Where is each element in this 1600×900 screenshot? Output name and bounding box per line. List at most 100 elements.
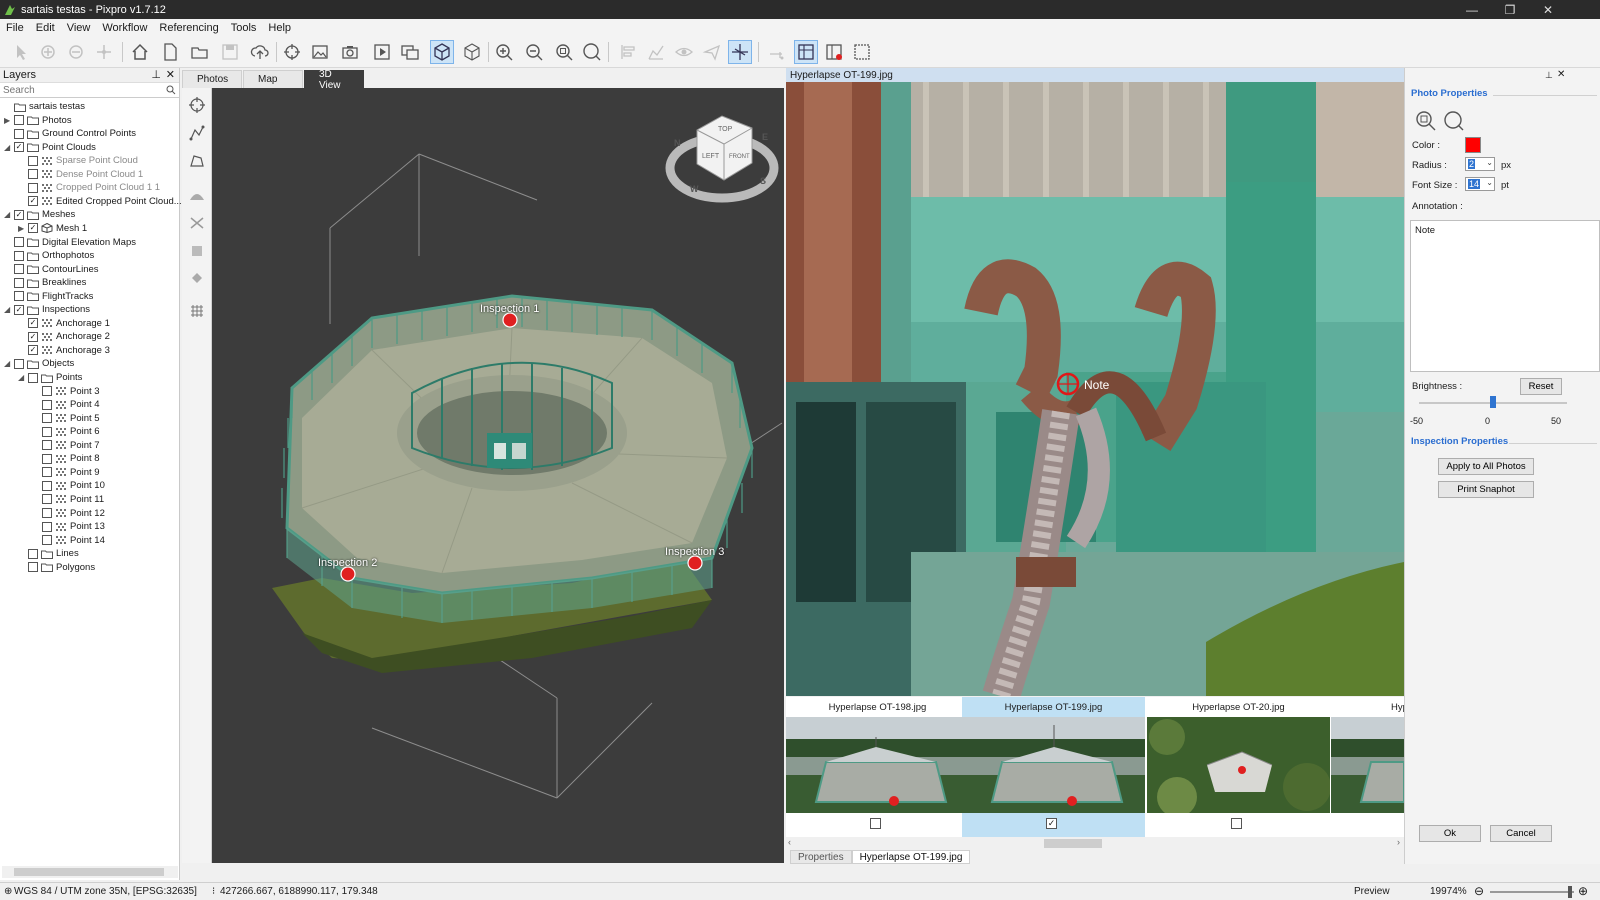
layer-item[interactable]: Sparse Point Cloud <box>18 154 138 167</box>
polyline-icon[interactable] <box>186 122 208 144</box>
layer-item[interactable]: Point 13 <box>32 520 105 533</box>
align-icon[interactable] <box>616 40 640 64</box>
zoom-out-icon[interactable] <box>522 40 546 64</box>
menu-file[interactable]: File <box>0 22 30 34</box>
layer-checkbox[interactable] <box>42 467 52 478</box>
layer-item[interactable]: Breaklines <box>4 276 86 289</box>
tab-map[interactable]: Map <box>243 70 303 88</box>
3d-cube-outline-icon[interactable] <box>460 40 484 64</box>
layer-item[interactable]: FlightTracks <box>4 290 93 303</box>
filmstrip-scrollbar[interactable]: ‹ › <box>786 837 1404 850</box>
measure-tool-icon[interactable] <box>728 40 752 64</box>
filmstrip-item[interactable]: Hyperla <box>1331 697 1404 837</box>
tab-photo-file[interactable]: Hyperlapse OT-199.jpg <box>851 850 971 864</box>
maximize-button[interactable]: ❐ <box>1492 0 1528 19</box>
photo-canvas[interactable]: Note <box>786 82 1404 696</box>
remove-point-icon[interactable] <box>64 40 88 64</box>
layers-search-input[interactable] <box>0 84 179 97</box>
layer-item[interactable]: ◢ Objects <box>4 357 74 370</box>
layer-checkbox[interactable] <box>14 115 24 126</box>
menu-referencing[interactable]: Referencing <box>153 22 224 34</box>
layer-checkbox[interactable]: ✓ <box>28 223 38 234</box>
zoom-fit-icon[interactable] <box>552 40 576 64</box>
layer-checkbox[interactable] <box>42 413 52 424</box>
layer-item[interactable]: Point 7 <box>32 439 100 452</box>
layer-checkbox[interactable] <box>42 453 52 464</box>
full-frame-icon[interactable] <box>850 40 874 64</box>
reset-button[interactable]: Reset <box>1520 378 1562 395</box>
inspection-marker[interactable] <box>502 312 518 328</box>
layer-checkbox[interactable] <box>28 182 38 193</box>
layer-item[interactable]: ▶ Photos <box>4 114 72 127</box>
layer-item[interactable]: Point 3 <box>32 385 100 398</box>
layer-item[interactable]: Point 11 <box>32 493 104 506</box>
layer-item[interactable]: Polygons <box>18 561 95 574</box>
ok-button[interactable]: Ok <box>1419 825 1481 842</box>
target-icon[interactable] <box>280 40 304 64</box>
camera-icon[interactable] <box>338 40 362 64</box>
layer-item[interactable]: Cropped Point Cloud 1 1 <box>18 181 160 194</box>
volume-icon[interactable] <box>186 184 208 206</box>
navigation-cube[interactable]: TOP LEFT FRONT N E S W <box>665 115 779 203</box>
close-window-button[interactable]: ✕ <box>1530 0 1566 19</box>
layer-item[interactable]: ◢ Points <box>18 371 82 384</box>
expand-arrow-icon[interactable]: ▶ <box>18 224 28 233</box>
layer-item[interactable]: Point 14 <box>32 534 105 547</box>
inspection-marker[interactable] <box>687 555 703 571</box>
annotation-textarea[interactable]: Note <box>1410 220 1600 372</box>
layer-item[interactable]: Digital Elevation Maps <box>4 236 136 249</box>
print-snapshot-button[interactable]: Print Snaphot <box>1438 481 1534 498</box>
zoom-out-icon[interactable]: ⊖ <box>1474 884 1484 898</box>
expand-arrow-icon[interactable]: ◢ <box>4 210 14 219</box>
cut-tool-icon[interactable] <box>186 212 208 234</box>
pin-icon[interactable]: ⊥ <box>1545 70 1553 81</box>
layer-item[interactable]: ✓ Anchorage 2 <box>18 330 110 343</box>
layer-checkbox[interactable]: ✓ <box>14 209 24 220</box>
filmstrip-item[interactable]: Hyperlapse OT-20.jpg <box>1147 697 1330 837</box>
radius-stepper[interactable]: 2 ⌄ <box>1465 157 1495 171</box>
close-icon[interactable]: ✕ <box>1557 69 1565 80</box>
grid-edit-icon[interactable] <box>186 300 208 322</box>
profile-chart-icon[interactable] <box>644 40 668 64</box>
layer-item[interactable]: ◢ ✓ Point Clouds <box>4 141 96 154</box>
expand-arrow-icon[interactable]: ◢ <box>4 305 14 314</box>
filmstrip-item-checkbox[interactable] <box>1231 818 1242 829</box>
layer-item[interactable]: ◢ ✓ Meshes <box>4 208 75 221</box>
add-point-icon[interactable] <box>36 40 60 64</box>
apply-to-all-photos-button[interactable]: Apply to All Photos <box>1438 458 1534 475</box>
brightness-slider-thumb[interactable] <box>1490 396 1496 408</box>
layer-checkbox[interactable] <box>28 169 38 180</box>
color-swatch[interactable] <box>1465 137 1481 153</box>
layer-item[interactable]: ContourLines <box>4 263 99 276</box>
zoom-slider-thumb[interactable] <box>1568 886 1572 898</box>
zoom-extent-icon[interactable] <box>1443 110 1465 132</box>
layer-checkbox[interactable] <box>14 250 24 261</box>
tab-3d-view[interactable]: 3D View <box>304 69 364 91</box>
tab-properties[interactable]: Properties <box>790 850 852 864</box>
layer-checkbox[interactable] <box>42 399 52 410</box>
menu-workflow[interactable]: Workflow <box>96 22 153 34</box>
filmstrip-item[interactable]: Hyperlapse OT-198.jpg <box>786 697 969 837</box>
layer-item[interactable]: Dense Point Cloud 1 <box>18 168 143 181</box>
layer-item[interactable]: ✓ Edited Cropped Point Cloud... <box>18 195 182 208</box>
scroll-left-icon[interactable]: ‹ <box>788 837 791 847</box>
layer-item[interactable]: ▶ ✓ Mesh 1 <box>18 222 87 235</box>
layer-checkbox[interactable]: ✓ <box>28 331 38 342</box>
layer-checkbox[interactable] <box>14 291 24 302</box>
split-view-icon[interactable] <box>794 40 818 64</box>
layer-checkbox[interactable]: ✓ <box>28 345 38 356</box>
layer-item[interactable]: Point 9 <box>32 466 100 479</box>
layer-checkbox[interactable] <box>28 562 38 573</box>
photo-panel-icon[interactable] <box>822 40 846 64</box>
scroll-right-icon[interactable]: › <box>1397 837 1400 847</box>
layer-item[interactable]: Ground Control Points <box>4 127 136 140</box>
menu-help[interactable]: Help <box>262 22 297 34</box>
select-tool-icon[interactable] <box>10 40 34 64</box>
layer-checkbox[interactable] <box>42 386 52 397</box>
layer-checkbox[interactable]: ✓ <box>28 318 38 329</box>
layer-checkbox[interactable]: ✓ <box>28 196 38 207</box>
layer-item[interactable]: ◢ ✓ Inspections <box>4 303 90 316</box>
layer-item[interactable]: Point 12 <box>32 507 105 520</box>
expand-arrow-icon[interactable]: ◢ <box>4 359 14 368</box>
layer-checkbox[interactable] <box>28 548 38 559</box>
